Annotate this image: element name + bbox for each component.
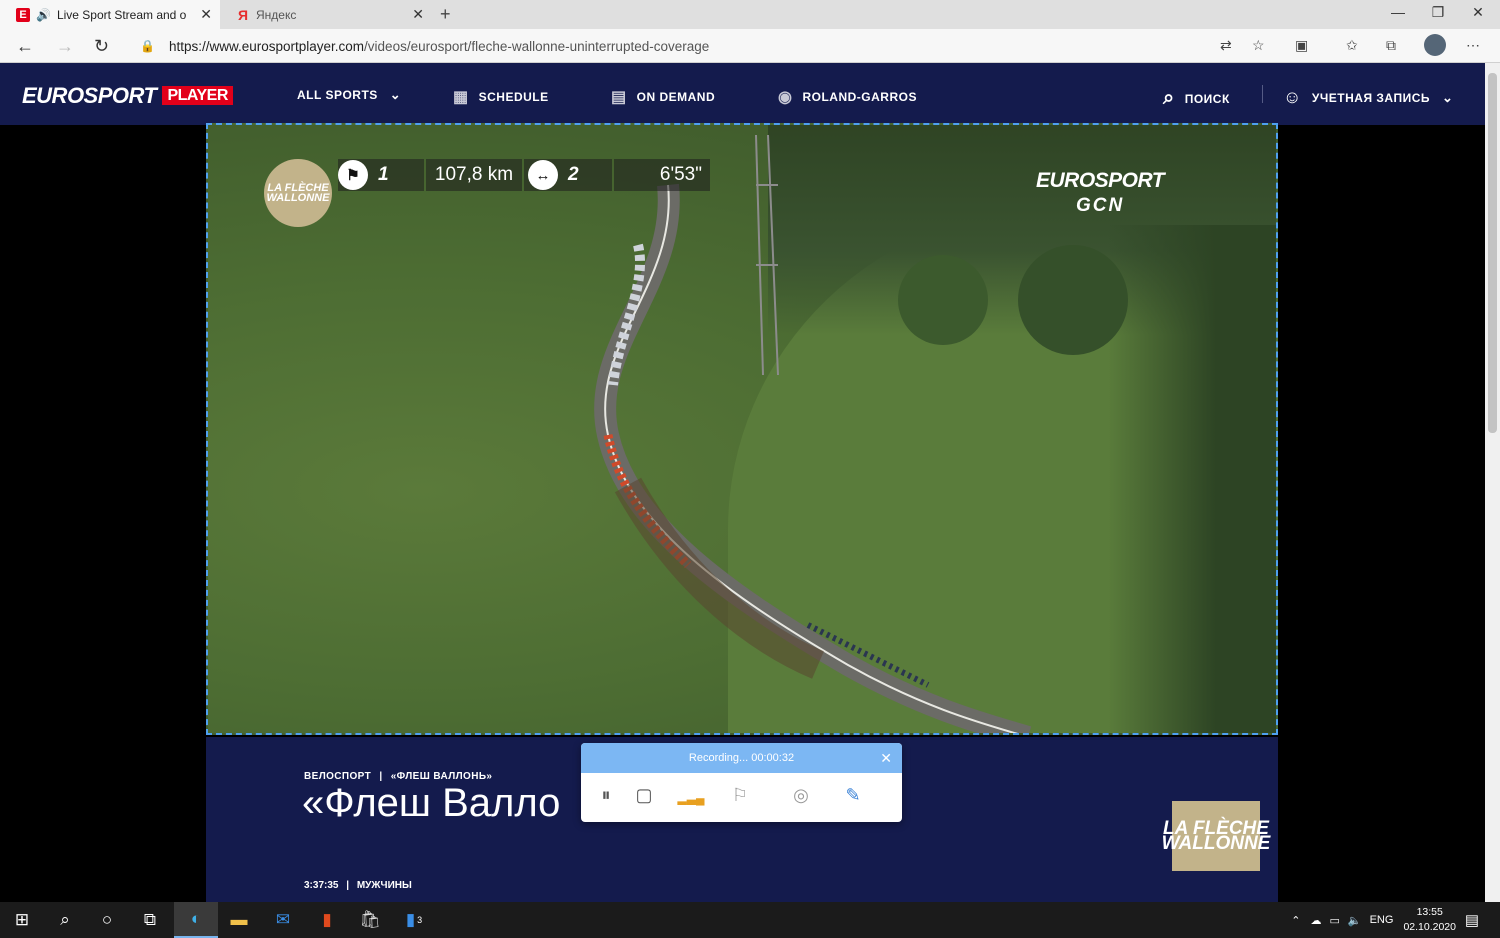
volume-icon[interactable]: 🔈: [1348, 914, 1362, 927]
gap-time: 6'53": [614, 159, 710, 191]
browser-toolbar: ← → ↻ 🔒 https://www.eurosportplayer.com /…: [0, 29, 1500, 63]
video-category: МУЖЧИНЫ: [356, 880, 412, 891]
roland-garros-icon: ◉: [778, 89, 793, 106]
minimize-window-button[interactable]: —: [1378, 4, 1418, 20]
screen-recorder-widget: Recording... 00:00:32 ✕ ⏸ ▢ ▂▃▄ ⚐ ◎ ✎: [581, 743, 902, 822]
office-icon[interactable]: ▮: [305, 902, 349, 938]
checkered-flag-icon: ⚑: [338, 160, 368, 190]
tab-title: Live Sport Stream and on D: [56, 7, 187, 22]
onedrive-icon[interactable]: ☁: [1310, 914, 1321, 927]
app-icon[interactable]: ▮ 3: [392, 902, 436, 938]
nav-divider: [1262, 85, 1263, 103]
translate-icon[interactable]: ⇄: [1220, 37, 1232, 54]
system-tray: ⌃ ☁ ▭ 🔈 ENG 13:55 02.10.2020: [1291, 902, 1456, 938]
gap-indicator: ↔ 2: [524, 159, 612, 191]
address-bar[interactable]: 🔒 https://www.eurosportplayer.com/videos…: [130, 33, 1280, 59]
tab-yandex[interactable]: Я Яндекс ✕: [220, 0, 432, 29]
search-icon: ⌕: [1163, 87, 1175, 109]
nav-schedule[interactable]: ▦ SCHEDULE: [453, 87, 549, 107]
nav-roland-garros[interactable]: ◉ ROLAND-GARROS: [778, 87, 917, 107]
annotation-flag-icon[interactable]: ⚐: [726, 785, 754, 806]
account-menu[interactable]: ☺ УЧЕТНАЯ ЗАПИСЬ ⌄: [1283, 87, 1453, 108]
restore-window-button[interactable]: ❐: [1418, 4, 1458, 21]
url-host: https://www.eurosportplayer.com: [168, 38, 365, 54]
audio-level-icon[interactable]: ▂▃▄: [677, 791, 705, 805]
nav-all-sports[interactable]: ALL SPORTS ⌄: [297, 87, 401, 103]
profile-avatar[interactable]: [1424, 34, 1446, 56]
chevron-down-icon: ⌄: [389, 87, 402, 102]
stop-recording-button[interactable]: ▢: [630, 785, 658, 806]
video-player[interactable]: LA FLÈCHE WALLONNE ⚑ 1 107,8 km ↔ 2 6'53" …: [206, 123, 1278, 735]
more-menu-icon[interactable]: ⋯: [1466, 37, 1480, 54]
eurosport-player-logo[interactable]: EUROSPORT PLAYER: [22, 83, 233, 109]
chevron-down-icon: ⌄: [1441, 89, 1454, 105]
forward-button[interactable]: →: [56, 36, 74, 57]
close-tab-icon[interactable]: ✕: [412, 6, 424, 23]
audio-playing-icon[interactable]: 🔊: [36, 8, 51, 22]
site-header: EUROSPORT PLAYER ALL SPORTS ⌄ ▦ SCHEDULE ▤ O…: [0, 63, 1485, 125]
pause-recording-button[interactable]: ⏸: [592, 785, 620, 806]
webcam-icon[interactable]: ◎: [787, 785, 815, 806]
start-button-icon[interactable]: ⊞: [0, 902, 44, 938]
browser-tab-strip: E 🔊 Live Sport Stream and on D ✕ Я Яндек…: [0, 0, 1500, 29]
video-meta: 3:37:35 | МУЖЧИНЫ: [304, 880, 412, 891]
close-recorder-icon[interactable]: ✕: [880, 750, 892, 767]
favorite-star-icon[interactable]: ☆: [1252, 37, 1265, 54]
gap-arrows-icon: ↔: [528, 160, 558, 190]
recording-status: Recording... 00:00:32: [688, 752, 795, 764]
mail-icon[interactable]: ✉: [261, 902, 305, 938]
notifications-icon[interactable]: ▤: [1450, 902, 1494, 938]
search-icon[interactable]: ⌕: [43, 902, 87, 938]
store-icon[interactable]: 🛍: [348, 902, 392, 938]
close-tab-icon[interactable]: ✕: [200, 6, 212, 23]
new-tab-button[interactable]: +: [440, 4, 451, 25]
page-scrollbar[interactable]: [1485, 63, 1500, 902]
back-button[interactable]: ←: [16, 36, 34, 57]
show-hidden-icons-icon[interactable]: ⌃: [1291, 914, 1300, 927]
collections-icon[interactable]: ⧉: [1386, 37, 1396, 54]
file-explorer-icon[interactable]: ▬: [217, 902, 261, 938]
calendar-icon: ▦: [453, 89, 469, 106]
distance-remaining: 107,8 km: [426, 159, 522, 191]
recorder-status-bar: Recording... 00:00:32 ✕: [581, 743, 902, 773]
refresh-button[interactable]: ↻: [94, 36, 109, 57]
yandex-favicon-icon: Я: [237, 6, 249, 23]
user-icon: ☺: [1283, 87, 1302, 107]
cortana-icon[interactable]: ○: [85, 902, 129, 938]
video-duration: 3:37:35: [304, 880, 339, 891]
eurosport-favicon-icon: E: [16, 7, 30, 22]
video-tree: [898, 255, 988, 345]
language-indicator[interactable]: ENG: [1370, 914, 1394, 926]
extension-icon[interactable]: ▣: [1295, 37, 1308, 54]
network-icon[interactable]: ▭: [1329, 914, 1339, 927]
eurosport-gcn-watermark: EUROSPORT GCN: [1036, 169, 1165, 216]
clock[interactable]: 13:55 02.10.2020: [1403, 905, 1456, 935]
favorites-list-icon[interactable]: ✩: [1346, 37, 1358, 54]
fleche-wallonne-badge: LA FLÈCHE WALLONNE: [264, 159, 332, 227]
tab-title: Яндекс: [256, 7, 297, 22]
video-tree: [1018, 245, 1128, 355]
nav-on-demand[interactable]: ▤ ON DEMAND: [611, 87, 715, 107]
group-indicator: ⚑ 1: [338, 159, 424, 191]
pen-tool-icon[interactable]: ✎: [839, 785, 867, 806]
lock-icon[interactable]: 🔒: [140, 39, 155, 53]
scrollbar-thumb[interactable]: [1488, 73, 1497, 433]
edge-browser-icon[interactable]: ◐: [174, 902, 218, 938]
search-button[interactable]: ⌕ ПОИСК: [1163, 87, 1230, 110]
event-logo: LA FLÈCHE WALLONNE: [1162, 801, 1270, 871]
windows-taskbar: ⊞ ⌕ ○ ⧉ ◐ ▬ ✉ ▮ 🛍 ▮ 3 ⌃ ☁ ▭ 🔈 ENG 13:55 0…: [0, 902, 1500, 938]
close-window-button[interactable]: ✕: [1458, 4, 1498, 21]
url-path: /videos/eurosport/fleche-wallonne-uninte…: [364, 38, 710, 54]
on-demand-icon: ▤: [611, 89, 627, 106]
tab-eurosport[interactable]: E 🔊 Live Sport Stream and on D ✕: [0, 0, 220, 29]
video-title: «Флеш Валло: [302, 781, 561, 825]
task-view-icon[interactable]: ⧉: [128, 902, 172, 938]
